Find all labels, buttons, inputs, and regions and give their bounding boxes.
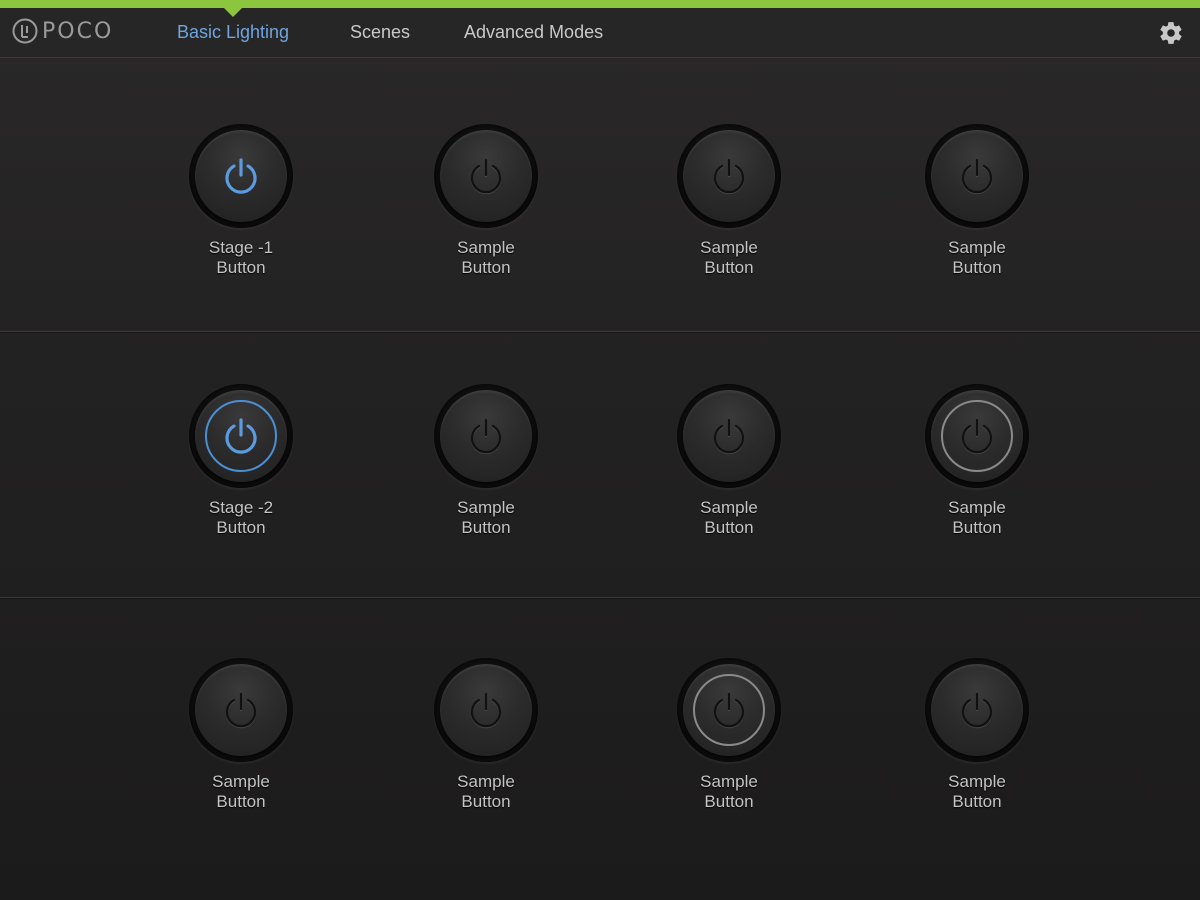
button-label-line1: Sample: [700, 772, 758, 791]
button-label-line1: Sample: [948, 498, 1006, 517]
light-button[interactable]: Sample Button: [416, 124, 556, 278]
power-icon: [225, 158, 257, 194]
power-knob[interactable]: [195, 390, 287, 482]
button-label: Sample Button: [416, 772, 556, 812]
button-label: Sample Button: [171, 772, 311, 812]
light-button[interactable]: Sample Button: [416, 384, 556, 538]
power-icon: [961, 692, 993, 728]
power-knob-well: [434, 124, 538, 228]
active-tab-indicator: [224, 8, 242, 17]
button-label-line1: Stage -1: [208, 238, 274, 257]
button-label-line2: Button: [216, 258, 266, 277]
power-icon: [225, 418, 257, 454]
light-button[interactable]: Stage -2 Button: [171, 384, 311, 538]
power-knob-well: [677, 658, 781, 762]
power-knob-well: [677, 384, 781, 488]
power-knob[interactable]: [195, 130, 287, 222]
light-button[interactable]: Sample Button: [907, 384, 1047, 538]
row-divider: [0, 597, 1200, 598]
power-knob-well: [434, 384, 538, 488]
light-button[interactable]: Sample Button: [659, 384, 799, 538]
tab-scenes[interactable]: Scenes: [350, 22, 410, 43]
button-label-line2: Button: [461, 518, 511, 537]
power-knob[interactable]: [931, 664, 1023, 756]
poco-logo-icon: [12, 18, 38, 44]
button-label: Sample Button: [907, 772, 1047, 812]
power-knob-well: [925, 124, 1029, 228]
button-label-line2: Button: [216, 518, 266, 537]
power-knob[interactable]: [195, 664, 287, 756]
top-navigation-bar: POCO Basic Lighting Scenes Advanced Mode…: [0, 8, 1200, 58]
button-label-line2: Button: [704, 518, 754, 537]
button-label-line2: Button: [952, 258, 1002, 277]
power-icon: [470, 158, 502, 194]
power-knob[interactable]: [440, 664, 532, 756]
tab-advanced-modes[interactable]: Advanced Modes: [464, 22, 603, 43]
power-knob[interactable]: [931, 390, 1023, 482]
light-button[interactable]: Sample Button: [907, 124, 1047, 278]
button-label: Sample Button: [416, 498, 556, 538]
power-icon: [961, 418, 993, 454]
row-divider: [0, 331, 1200, 332]
button-label: Stage -2 Button: [171, 498, 311, 538]
light-button[interactable]: Sample Button: [907, 658, 1047, 812]
button-label: Sample Button: [659, 772, 799, 812]
button-label-line2: Button: [704, 792, 754, 811]
light-button[interactable]: Sample Button: [659, 658, 799, 812]
power-knob[interactable]: [440, 390, 532, 482]
power-knob-well: [925, 658, 1029, 762]
light-button[interactable]: Stage -1 Button: [171, 124, 311, 278]
power-knob-well: [189, 384, 293, 488]
button-label-line1: Sample: [457, 238, 515, 257]
button-label: Sample Button: [659, 498, 799, 538]
power-icon: [225, 692, 257, 728]
light-button[interactable]: Sample Button: [659, 124, 799, 278]
button-label: Sample Button: [659, 238, 799, 278]
poco-logo: POCO: [12, 18, 113, 44]
button-label-line1: Stage -2: [208, 498, 274, 517]
button-label-line2: Button: [704, 258, 754, 277]
power-knob[interactable]: [440, 130, 532, 222]
power-knob[interactable]: [683, 390, 775, 482]
button-label: Sample Button: [907, 238, 1047, 278]
button-label: Sample Button: [907, 498, 1047, 538]
button-label-line2: Button: [952, 792, 1002, 811]
power-knob[interactable]: [683, 130, 775, 222]
gear-icon[interactable]: [1158, 20, 1184, 46]
button-label: Stage -1 Button: [171, 238, 311, 278]
power-knob[interactable]: [931, 130, 1023, 222]
button-label-line1: Sample: [457, 498, 515, 517]
power-icon: [713, 418, 745, 454]
power-icon: [713, 692, 745, 728]
light-button[interactable]: Sample Button: [171, 658, 311, 812]
light-button[interactable]: Sample Button: [416, 658, 556, 812]
button-label-line2: Button: [216, 792, 266, 811]
button-label-line1: Sample: [700, 498, 758, 517]
power-knob-well: [434, 658, 538, 762]
power-knob-well: [677, 124, 781, 228]
button-label-line2: Button: [461, 258, 511, 277]
app-window: POCO Basic Lighting Scenes Advanced Mode…: [0, 0, 1200, 900]
tab-basic-lighting[interactable]: Basic Lighting: [177, 22, 289, 43]
button-label-line1: Sample: [948, 238, 1006, 257]
button-label-line1: Sample: [948, 772, 1006, 791]
power-icon: [470, 692, 502, 728]
power-icon: [713, 158, 745, 194]
button-label-line2: Button: [952, 518, 1002, 537]
power-knob[interactable]: [683, 664, 775, 756]
power-icon: [961, 158, 993, 194]
power-knob-well: [189, 124, 293, 228]
button-label-line1: Sample: [212, 772, 270, 791]
logo-text: POCO: [42, 18, 114, 44]
power-icon: [470, 418, 502, 454]
button-label-line2: Button: [461, 792, 511, 811]
button-label: Sample Button: [416, 238, 556, 278]
accent-bar: [0, 0, 1200, 8]
button-label-line1: Sample: [700, 238, 758, 257]
button-label-line1: Sample: [457, 772, 515, 791]
power-knob-well: [925, 384, 1029, 488]
power-knob-well: [189, 658, 293, 762]
